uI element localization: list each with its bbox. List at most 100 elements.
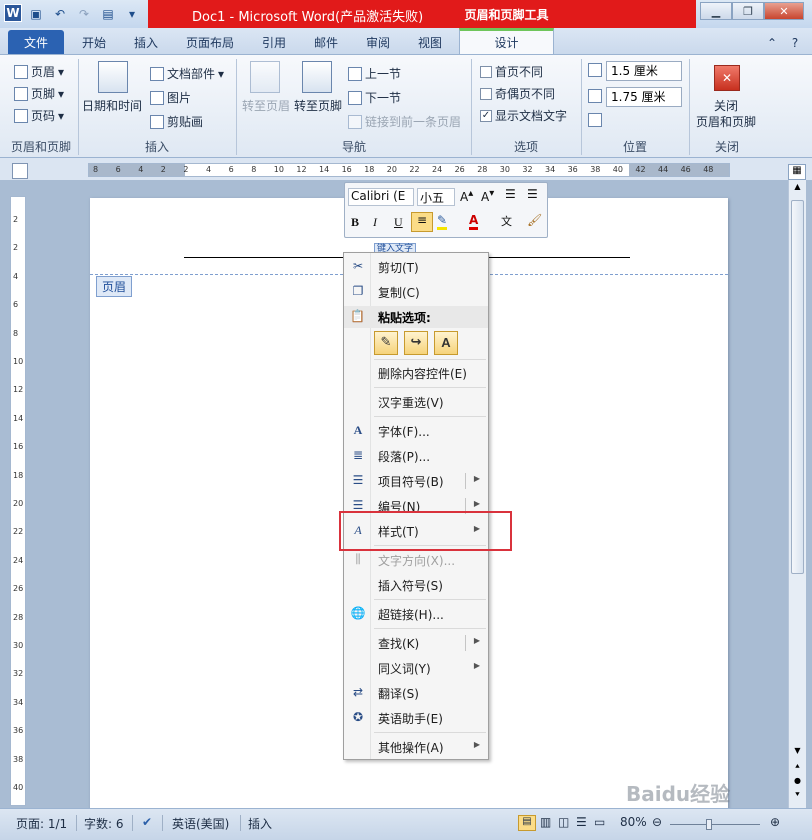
next-section-button[interactable]: 下一节 — [348, 89, 401, 106]
format-painter-icon[interactable]: 🖌 — [527, 213, 542, 227]
underline-button[interactable]: U — [394, 215, 403, 230]
datetime-button[interactable]: 日期和时间 — [82, 97, 142, 114]
group-label-position: 位置 — [622, 140, 647, 154]
scroll-up-icon[interactable]: ▲ — [791, 182, 804, 194]
zoom-out-icon[interactable]: ⊖ — [652, 815, 662, 829]
calendar-icon[interactable] — [98, 61, 128, 93]
tab-file[interactable]: 文件 — [8, 30, 64, 54]
header-button[interactable]: 页眉 ▾ — [14, 63, 64, 80]
scroll-thumb[interactable] — [791, 200, 804, 574]
docparts-button[interactable]: 文档部件 ▾ — [150, 65, 224, 82]
menu-lookup[interactable]: 查找(K) ▶ — [344, 631, 488, 655]
header-position-input[interactable]: 1.5 厘米 — [606, 61, 682, 81]
insert-align-tab-icon[interactable] — [588, 113, 602, 127]
menu-cut[interactable]: ✂ 剪切(T) — [344, 255, 488, 279]
menu-translate[interactable]: ⇄ 翻译(S) — [344, 681, 488, 705]
paste-keep-source-icon[interactable]: ✎ — [374, 331, 398, 355]
close-icon[interactable]: ✕ — [764, 2, 804, 20]
save-icon[interactable]: ▣ — [26, 4, 46, 24]
next-page-icon[interactable]: ⯆ — [791, 790, 804, 802]
vertical-scrollbar[interactable]: ▲ ▼ ⯅ ● ⯆ — [788, 180, 806, 808]
tab-mailings[interactable]: 邮件 — [306, 31, 346, 54]
tab-layout[interactable]: 页面布局 — [180, 31, 240, 54]
zoom-slider[interactable] — [670, 824, 760, 825]
bold-button[interactable]: B — [351, 215, 359, 230]
restore-icon[interactable]: ❐ — [732, 2, 764, 20]
goto-footer-icon[interactable] — [302, 61, 332, 93]
menu-delete-content-control[interactable]: 删除内容控件(E) — [344, 361, 488, 385]
menu-hyperlink[interactable]: 🌐 超链接(H)... — [344, 602, 488, 626]
help-icon[interactable]: ? — [786, 31, 804, 54]
page-count[interactable]: 页面: 1/1 — [16, 815, 67, 832]
tab-review[interactable]: 审阅 — [358, 31, 398, 54]
minimize-icon[interactable]: ▁ — [700, 2, 732, 20]
odd-even-checkbox[interactable]: 奇偶页不同 — [480, 85, 555, 102]
close-header-footer-line1[interactable]: 关闭 — [714, 97, 738, 114]
tab-home[interactable]: 开始 — [74, 31, 114, 54]
language-status[interactable]: 英语(美国) — [172, 815, 229, 832]
menu-more-actions[interactable]: 其他操作(A) ▶ — [344, 735, 488, 759]
insert-mode[interactable]: 插入 — [248, 815, 272, 832]
browse-object-icon[interactable]: ● — [791, 776, 804, 788]
menu-bullets[interactable]: ☰ 项目符号(B) ▶ — [344, 469, 488, 493]
previous-page-icon[interactable]: ⯅ — [791, 762, 804, 774]
close-header-footer-line2[interactable]: 页眉和页脚 — [696, 113, 756, 130]
collapse-ribbon-icon[interactable]: ⌃ — [764, 31, 780, 54]
menu-reconvert[interactable]: 汉字重选(V) — [344, 390, 488, 414]
different-first-page-checkbox[interactable]: 首页不同 — [480, 63, 543, 80]
draft-icon[interactable]: ▭ — [594, 815, 605, 829]
font-size-combo[interactable]: 小五 — [417, 188, 455, 206]
word-icon[interactable]: W — [4, 4, 22, 22]
previous-section-button[interactable]: 上一节 — [348, 65, 401, 82]
page-number-button[interactable]: 页码 ▾ — [14, 107, 64, 124]
tab-design[interactable]: 设计 — [459, 28, 554, 54]
menu-synonyms[interactable]: 同义词(Y) ▶ — [344, 656, 488, 680]
grow-font-icon[interactable]: A▴ — [460, 188, 473, 204]
picture-button[interactable]: 图片 — [150, 89, 191, 106]
print-icon[interactable]: ▤ — [98, 4, 118, 24]
zoom-in-icon[interactable]: ⊕ — [770, 815, 780, 829]
menu-font[interactable]: A 字体(F)... — [344, 419, 488, 443]
clipart-button[interactable]: 剪贴画 — [150, 113, 203, 130]
menu-english-assistant[interactable]: ✪ 英语助手(E) — [344, 706, 488, 730]
tab-view[interactable]: 视图 — [410, 31, 450, 54]
highlight-icon[interactable]: ✎ — [437, 213, 448, 230]
goto-footer-button[interactable]: 转至页脚 — [294, 97, 342, 114]
outline-icon[interactable]: ☰ — [576, 815, 587, 829]
decrease-indent-icon[interactable]: ☰ — [505, 187, 516, 201]
redo-icon[interactable]: ↷ — [74, 4, 94, 24]
paste-options-header: 粘贴选项: — [378, 311, 431, 325]
center-align-icon[interactable]: ≡ — [411, 212, 433, 232]
view-ruler-icon[interactable]: ▦ — [788, 164, 806, 180]
vertical-ruler[interactable]: 2 2 4 6 8 10 12 14 16 18 20 22 24 26 28 30 32 34 36 38 40 — [10, 196, 26, 806]
close-header-footer-icon[interactable]: ✕ — [714, 65, 740, 91]
full-screen-reading-icon[interactable]: ▥ — [540, 815, 551, 829]
zoom-slider-thumb[interactable] — [706, 819, 712, 830]
scroll-down-icon[interactable]: ▼ — [791, 746, 804, 758]
tab-insert[interactable]: 插入 — [126, 31, 166, 54]
web-layout-icon[interactable]: ◫ — [558, 815, 569, 829]
menu-paragraph[interactable]: ≣ 段落(P)... — [344, 444, 488, 468]
paste-merge-icon[interactable]: ↪ — [404, 331, 428, 355]
phonetic-guide-icon[interactable]: 文 — [501, 213, 512, 229]
footer-button[interactable]: 页脚 ▾ — [14, 85, 64, 102]
font-color-icon[interactable]: A — [469, 213, 479, 230]
word-count[interactable]: 字数: 6 — [84, 815, 124, 832]
zoom-level[interactable]: 80% — [620, 815, 647, 829]
horizontal-ruler[interactable]: 8 6 4 2 2 4 6 8 10 12 14 16 18 20 22 24 26 28 30 32 34 36 38 40… — [88, 163, 730, 177]
increase-indent-icon[interactable]: ☰ — [527, 187, 538, 201]
tab-selector[interactable] — [12, 163, 28, 179]
show-document-text-checkbox[interactable]: ✓ 显示文档文字 — [480, 107, 567, 124]
italic-button[interactable]: I — [373, 215, 377, 230]
menu-insert-symbol[interactable]: 插入符号(S) — [344, 573, 488, 597]
proofing-icon[interactable]: ✔ — [142, 815, 152, 829]
customize-qat-icon[interactable]: ▾ — [122, 4, 142, 24]
font-name-combo[interactable]: Calibri (E — [348, 188, 414, 206]
print-layout-icon[interactable]: ▤ — [518, 815, 536, 831]
tab-references[interactable]: 引用 — [254, 31, 294, 54]
paste-text-only-icon[interactable]: A — [434, 331, 458, 355]
shrink-font-icon[interactable]: A▾ — [481, 188, 494, 204]
menu-copy[interactable]: ❐ 复制(C) — [344, 280, 488, 304]
footer-position-input[interactable]: 1.75 厘米 — [606, 87, 682, 107]
undo-icon[interactable]: ↶ — [50, 4, 70, 24]
